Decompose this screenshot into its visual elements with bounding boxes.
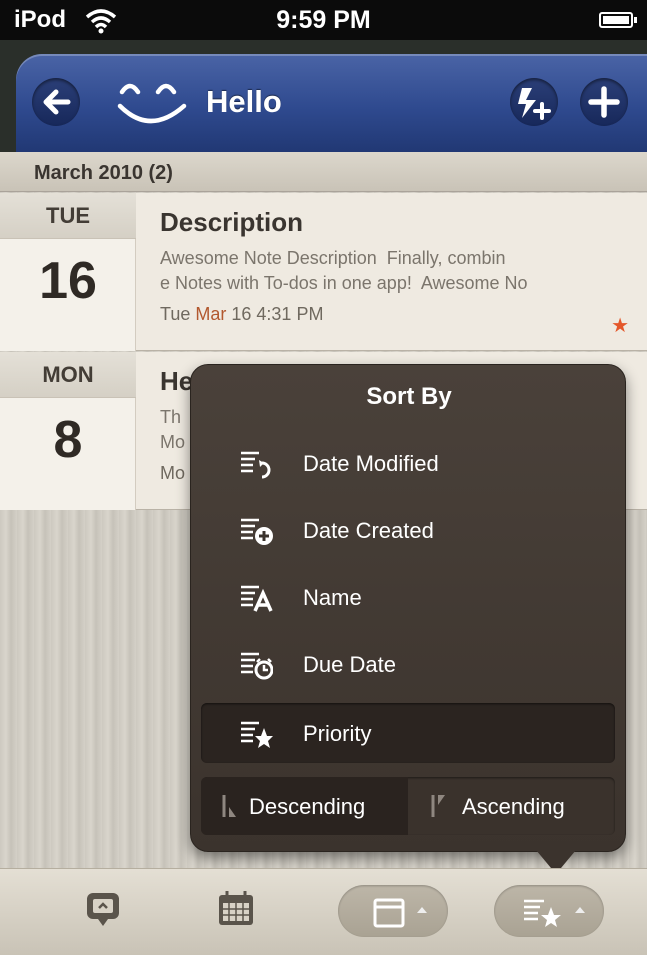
weekday-label: MON	[0, 352, 136, 398]
calendar-icon[interactable]	[216, 889, 256, 929]
sort-due-date-icon	[241, 652, 273, 680]
ascending-icon	[431, 795, 445, 817]
descending-button[interactable]: Descending	[201, 777, 408, 835]
back-arrow-icon	[43, 89, 71, 115]
note-body: Description Awesome Note Description Fin…	[160, 207, 630, 325]
status-bar: iPod 9:59 PM	[0, 0, 647, 40]
sort-option-due-date[interactable]: Due Date	[201, 634, 615, 694]
descending-label: Descending	[249, 794, 366, 819]
sort-order-toggle: Descending Ascending	[201, 777, 615, 835]
add-note-button[interactable]	[580, 78, 628, 126]
chevron-up-icon	[417, 907, 427, 913]
note-timestamp: Tue Mar 16 4:31 PM	[160, 304, 630, 325]
section-header: March 2010 (2)	[0, 152, 647, 192]
status-time: 9:59 PM	[276, 6, 371, 34]
quick-edit-button[interactable]	[510, 78, 558, 126]
sort-priority-icon	[241, 721, 273, 748]
date-filter-button[interactable]	[338, 885, 448, 937]
star-icon: ★	[611, 315, 629, 337]
sort-popover: Sort By Date Modified Date Created Name	[190, 364, 626, 852]
date-filter-icon	[373, 898, 405, 928]
bottom-toolbar	[0, 868, 647, 955]
sort-date-created-icon	[241, 518, 273, 545]
navigation-bar: Hello	[0, 40, 647, 152]
sort-name-icon	[241, 585, 273, 612]
date-block: TUE 16	[0, 193, 136, 351]
option-label: Name	[303, 585, 362, 610]
descending-icon	[222, 795, 236, 817]
date-block: MON 8	[0, 352, 136, 510]
option-label: Due Date	[303, 652, 396, 677]
option-label: Date Created	[303, 518, 434, 543]
note-snippet: e Notes with To-dos in one app! Awesome …	[160, 273, 528, 293]
timestamp-month: Mar	[195, 304, 227, 324]
chevron-up-icon	[575, 907, 585, 913]
plus-icon	[588, 86, 620, 118]
sort-option-name[interactable]: Name	[201, 567, 615, 627]
option-label: Date Modified	[303, 451, 439, 476]
note-snippet: Awesome Note Description Finally, combin	[160, 248, 506, 268]
day-number: 16	[39, 252, 97, 310]
ascending-button[interactable]: Ascending	[408, 777, 615, 835]
sort-option-date-modified[interactable]: Date Modified	[201, 433, 615, 493]
battery-icon	[599, 12, 637, 28]
smiley-icon	[117, 83, 187, 124]
sort-button[interactable]	[494, 885, 604, 937]
timestamp-day: Tue	[160, 304, 191, 324]
note-title: Description	[160, 207, 304, 237]
day-number: 8	[53, 411, 83, 469]
sort-date-modified-icon	[241, 451, 271, 479]
timestamp-rest: 16 4:31 PM	[231, 304, 324, 324]
lightning-plus-icon	[518, 88, 551, 120]
page-title: Hello	[206, 84, 282, 119]
sort-option-priority[interactable]: Priority	[201, 703, 615, 763]
ascending-label: Ascending	[462, 794, 565, 819]
weekday-label: TUE	[0, 193, 136, 239]
note-row[interactable]: TUE 16 Description Awesome Note Descript…	[0, 193, 647, 351]
note-view-icon[interactable]	[84, 889, 122, 929]
sort-option-date-created[interactable]: Date Created	[201, 500, 615, 560]
sort-priority-icon	[524, 899, 561, 927]
option-label: Priority	[303, 721, 372, 746]
popover-title: Sort By	[366, 383, 452, 410]
back-button[interactable]	[32, 78, 80, 126]
